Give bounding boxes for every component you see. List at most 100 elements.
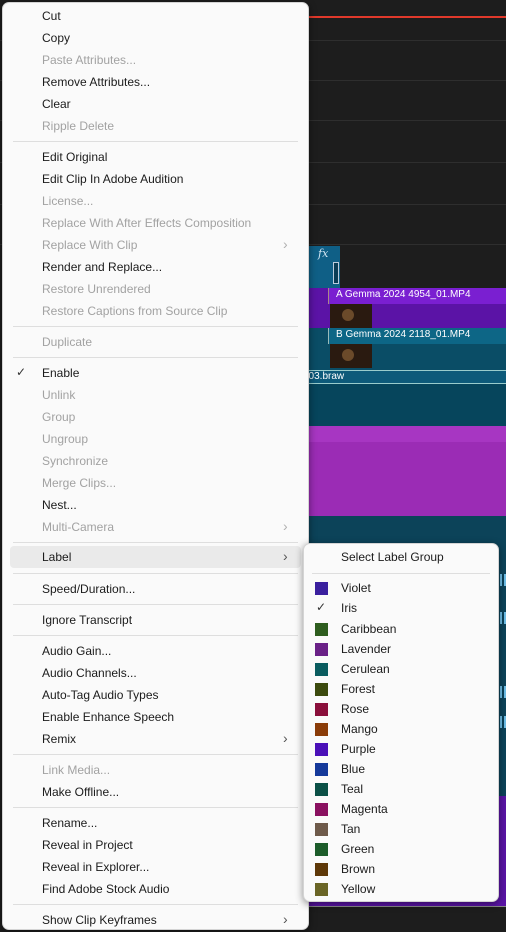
menu-item-ignore-transcript[interactable]: Ignore Transcript xyxy=(10,609,301,631)
menu-item-license: License... xyxy=(10,190,301,212)
menu-item-label: Auto-Tag Audio Types xyxy=(42,688,159,702)
label-option-green[interactable]: Green xyxy=(308,839,492,859)
label-option-name: Caribbean xyxy=(341,622,397,636)
menu-item-label: Enable Enhance Speech xyxy=(42,710,175,724)
menu-item-ripple-delete: Ripple Delete xyxy=(10,115,301,137)
label-option-violet[interactable]: Violet xyxy=(308,578,492,598)
checkmark-icon: ✓ xyxy=(316,600,327,614)
color-swatch xyxy=(315,803,328,816)
menu-item-label: Replace With Clip xyxy=(42,238,138,252)
chevron-right-icon: › xyxy=(283,518,288,534)
video-clip-b[interactable]: B Gemma 2024 2118_01.MP4 xyxy=(300,328,506,370)
label-option-lavender[interactable]: Lavender xyxy=(308,639,492,659)
clip-thumbnail xyxy=(330,344,372,368)
menu-item-link-media: Link Media... xyxy=(10,759,301,781)
menu-separator xyxy=(312,573,490,574)
context-menu: Cut Copy Paste Attributes... Remove Attr… xyxy=(2,2,309,930)
menu-item-copy[interactable]: Copy xyxy=(10,27,301,49)
menu-item-edit-original[interactable]: Edit Original xyxy=(10,146,301,168)
menu-item-label: Speed/Duration... xyxy=(42,582,136,596)
label-option-brown[interactable]: Brown xyxy=(308,859,492,879)
chevron-right-icon: › xyxy=(283,548,288,564)
color-swatch xyxy=(315,582,328,595)
menu-item-duplicate: Duplicate xyxy=(10,331,301,353)
label-option-name: Lavender xyxy=(341,642,392,656)
color-swatch xyxy=(315,743,328,756)
video-clip-a[interactable]: A Gemma 2024 4954_01.MP4 xyxy=(300,288,506,328)
menu-item-label: Edit Clip In Adobe Audition xyxy=(42,172,184,186)
menu-item-find-adobe-stock-audio[interactable]: Find Adobe Stock Audio xyxy=(10,878,301,900)
menu-separator xyxy=(13,542,298,543)
trim-handle[interactable] xyxy=(333,262,339,284)
label-option-name: Teal xyxy=(341,782,364,796)
label-option-name: Rose xyxy=(341,702,370,716)
menu-item-make-offline[interactable]: Make Offline... xyxy=(10,781,301,803)
menu-item-edit-clip-in-audition[interactable]: Edit Clip In Adobe Audition xyxy=(10,168,301,190)
fx-badge: fx xyxy=(318,247,329,260)
menu-item-enable-enhance-speech[interactable]: Enable Enhance Speech xyxy=(10,706,301,728)
menu-separator xyxy=(13,573,298,574)
chevron-right-icon: › xyxy=(283,730,288,746)
menu-item-label: Remove Attributes... xyxy=(42,75,151,89)
menu-item-auto-tag-audio-types[interactable]: Auto-Tag Audio Types xyxy=(10,684,301,706)
label-option-forest[interactable]: Forest xyxy=(308,679,492,699)
label-option-yellow[interactable]: Yellow xyxy=(308,879,492,899)
menu-item-label: Rename... xyxy=(42,816,98,830)
menu-item-nest[interactable]: Nest... xyxy=(10,494,301,516)
menu-item-enable[interactable]: ✓ Enable xyxy=(10,362,301,384)
label-option-magenta[interactable]: Magenta xyxy=(308,799,492,819)
menu-item-label: License... xyxy=(42,194,94,208)
checkmark-icon: ✓ xyxy=(16,365,27,379)
playhead-marker[interactable] xyxy=(300,16,506,18)
color-swatch xyxy=(315,663,328,676)
menu-item-label: Reveal in Explorer... xyxy=(42,860,150,874)
menu-item-audio-gain[interactable]: Audio Gain... xyxy=(10,640,301,662)
label-option-teal[interactable]: Teal xyxy=(308,779,492,799)
label-option-tan[interactable]: Tan xyxy=(308,819,492,839)
menu-item-reveal-in-explorer[interactable]: Reveal in Explorer... xyxy=(10,856,301,878)
menu-item-clear[interactable]: Clear xyxy=(10,93,301,115)
label-option-caribbean[interactable]: Caribbean xyxy=(308,619,492,639)
menu-item-remix[interactable]: Remix › xyxy=(10,728,301,750)
menu-item-synchronize: Synchronize xyxy=(10,450,301,472)
label-option-name: Purple xyxy=(341,742,376,756)
menu-item-replace-with-ae-composition: Replace With After Effects Composition xyxy=(10,212,301,234)
menu-item-label: Multi-Camera xyxy=(42,520,115,534)
menu-item-unlink: Unlink xyxy=(10,384,301,406)
label-option-mango[interactable]: Mango xyxy=(308,719,492,739)
menu-item-rename[interactable]: Rename... xyxy=(10,812,301,834)
clip-header xyxy=(300,426,506,442)
menu-item-show-clip-keyframes[interactable]: Show Clip Keyframes › xyxy=(10,909,301,931)
menu-item-label: Audio Channels... xyxy=(42,666,137,680)
menu-item-label: Remix xyxy=(42,732,77,746)
color-swatch xyxy=(315,683,328,696)
menu-item-group: Group xyxy=(10,406,301,428)
label-option-purple[interactable]: Purple xyxy=(308,739,492,759)
label-option-name: Blue xyxy=(341,762,366,776)
label-option-blue[interactable]: Blue xyxy=(308,759,492,779)
menu-item-remove-attributes[interactable]: Remove Attributes... xyxy=(10,71,301,93)
label-submenu: Select Label Group Violet ✓ Iris Caribbea… xyxy=(303,543,499,902)
menu-item-label: Label xyxy=(42,550,72,564)
magenta-clip[interactable] xyxy=(300,426,506,516)
menu-item-label: Group xyxy=(42,410,76,424)
menu-item-label: Paste Attributes... xyxy=(42,53,137,67)
menu-item-label-submenu[interactable]: Label › xyxy=(10,546,301,568)
video-track-area[interactable] xyxy=(300,384,506,426)
menu-item-speed-duration[interactable]: Speed/Duration... xyxy=(10,578,301,600)
menu-item-audio-channels[interactable]: Audio Channels... xyxy=(10,662,301,684)
label-option-iris[interactable]: ✓ Iris xyxy=(308,598,492,618)
select-label-group-item[interactable]: Select Label Group xyxy=(341,550,444,564)
menu-item-label: Link Media... xyxy=(42,763,111,777)
clip-thumbnail xyxy=(330,304,372,328)
menu-item-label: Find Adobe Stock Audio xyxy=(42,882,170,896)
menu-item-cut[interactable]: Cut xyxy=(10,5,301,27)
label-option-cerulean[interactable]: Cerulean xyxy=(308,659,492,679)
menu-item-label: Reveal in Project xyxy=(42,838,133,852)
menu-item-label: Replace With After Effects Composition xyxy=(42,216,252,230)
label-option-rose[interactable]: Rose xyxy=(308,699,492,719)
menu-separator xyxy=(13,326,298,327)
menu-item-render-and-replace[interactable]: Render and Replace... xyxy=(10,256,301,278)
menu-item-reveal-in-project[interactable]: Reveal in Project xyxy=(10,834,301,856)
menu-item-label: Enable xyxy=(42,366,80,380)
